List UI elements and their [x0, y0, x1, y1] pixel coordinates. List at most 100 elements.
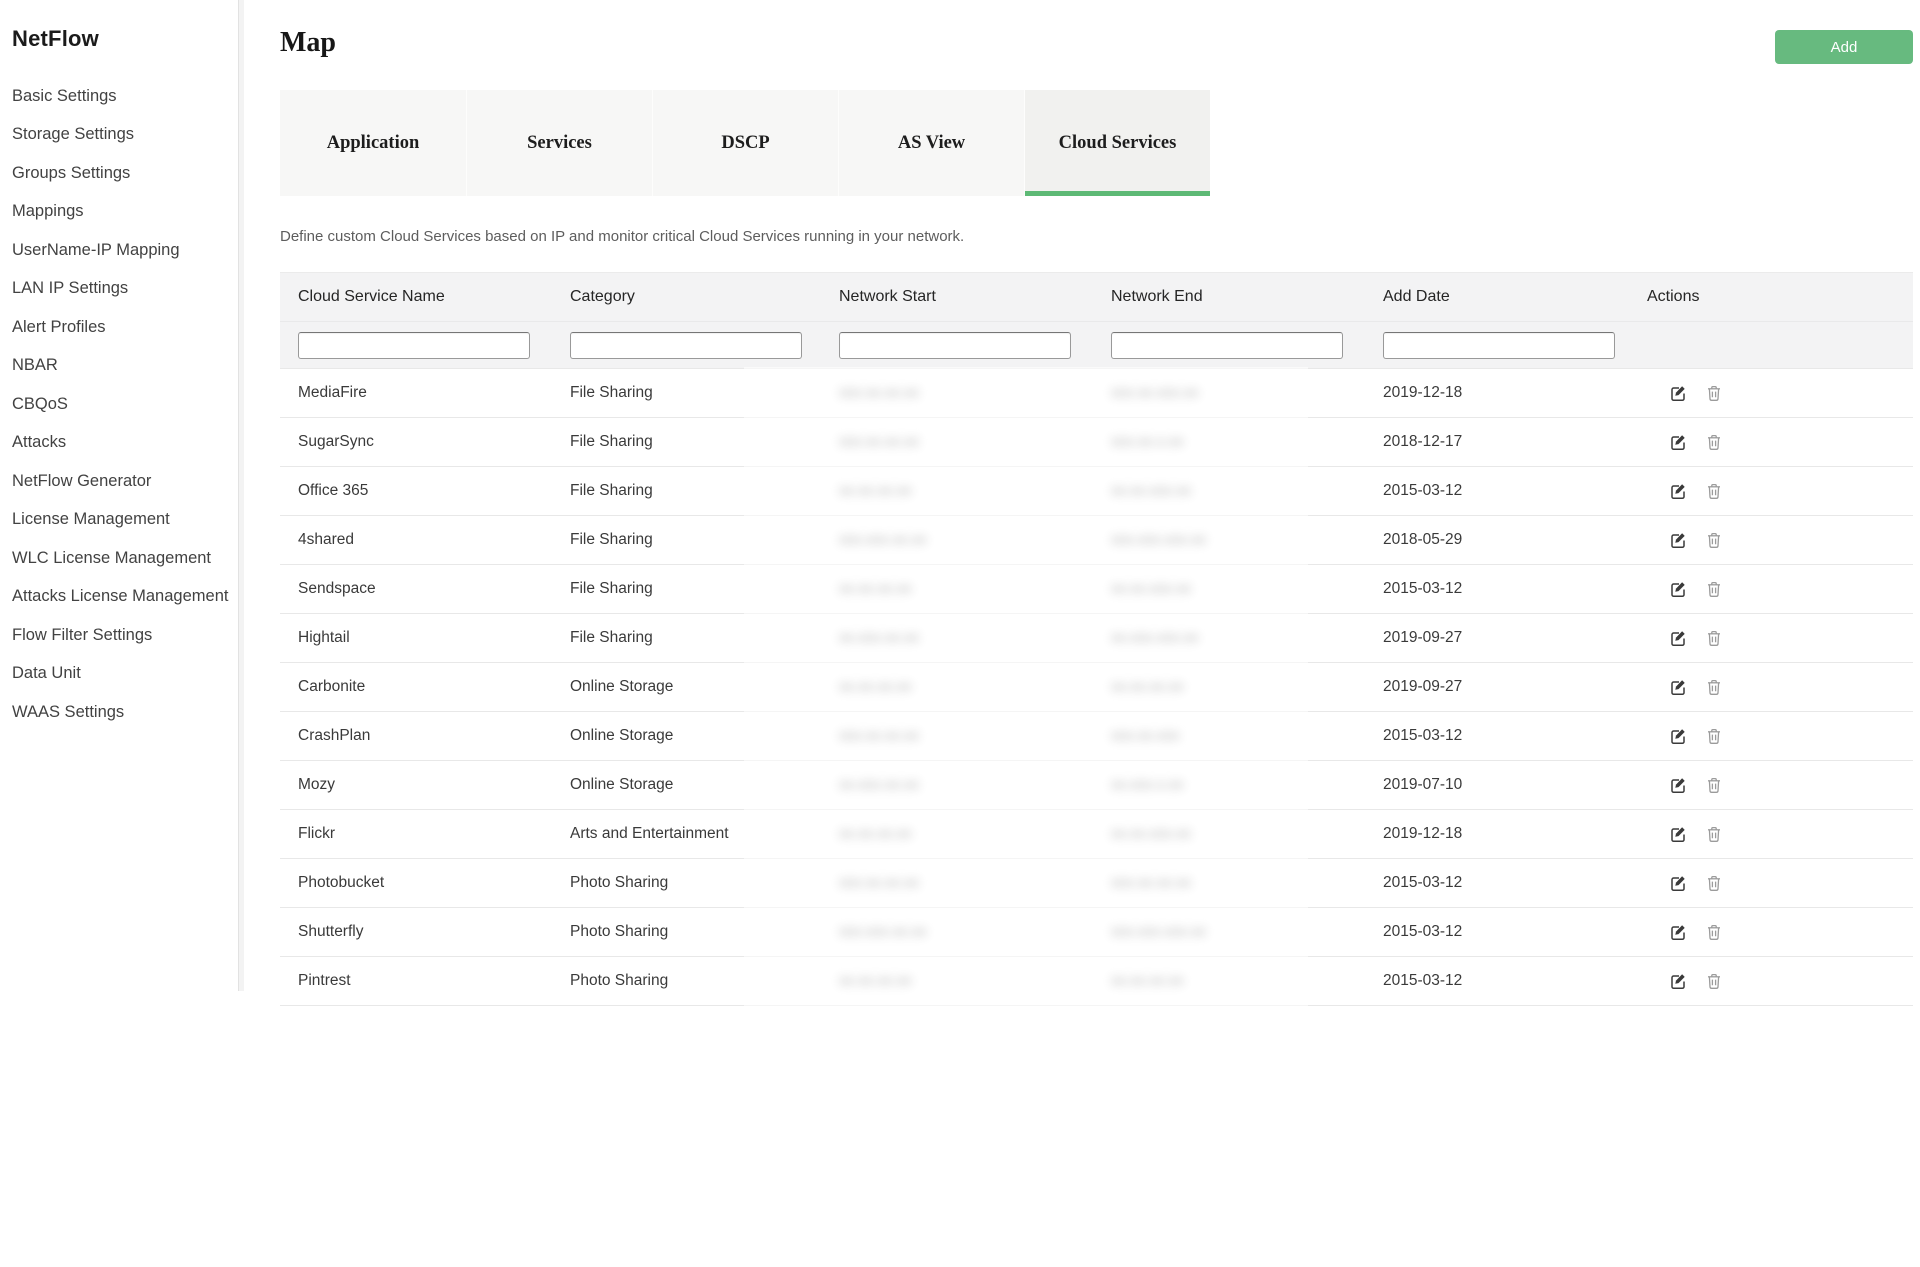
trash-icon: [1708, 385, 1721, 401]
cell-network-start: xx.xx.xx.xx: [821, 956, 1093, 1006]
redacted-network-start: xxx.xxx.xx.xx: [839, 923, 927, 940]
sidebar-item-mappings[interactable]: Mappings: [0, 193, 238, 232]
cell-category: Online Storage: [552, 662, 821, 712]
delete-button[interactable]: [1705, 531, 1723, 549]
table-row: Mozy Online Storage xx.xxx.xx.xx xx.xxx.…: [280, 760, 1913, 810]
edit-button[interactable]: [1669, 678, 1687, 696]
sidebar-item-attacks-license-management[interactable]: Attacks License Management: [0, 578, 238, 617]
filter-cloud-service-name-input[interactable]: [298, 331, 530, 359]
cell-network-start: xxx.xxx.xx.xx: [821, 515, 1093, 565]
delete-button[interactable]: [1705, 482, 1723, 500]
delete-button[interactable]: [1705, 776, 1723, 794]
cell-actions: [1629, 564, 1913, 614]
table-row: Flickr Arts and Entertainment xx.xx.xx.x…: [280, 809, 1913, 859]
cell-actions: [1629, 711, 1913, 761]
table-row: 4shared File Sharing xxx.xxx.xx.xx xxx.x…: [280, 515, 1913, 565]
edit-button[interactable]: [1669, 727, 1687, 745]
edit-button[interactable]: [1669, 580, 1687, 598]
delete-button[interactable]: [1705, 972, 1723, 990]
trash-icon: [1708, 483, 1721, 499]
delete-button[interactable]: [1705, 923, 1723, 941]
cell-actions: [1629, 368, 1913, 418]
cell-category: Online Storage: [552, 760, 821, 810]
delete-button[interactable]: [1705, 433, 1723, 451]
cell-actions: [1629, 662, 1913, 712]
cell-network-end: xx.xx.xx.xx: [1093, 662, 1365, 712]
cell-cloud-service-name: Mozy: [280, 760, 552, 810]
sidebar-item-cbqos[interactable]: CBQoS: [0, 385, 238, 424]
edit-button[interactable]: [1669, 874, 1687, 892]
cell-actions: [1629, 466, 1913, 516]
redacted-network-start: xxx.xx.xx.xx: [839, 384, 920, 401]
edit-button[interactable]: [1669, 629, 1687, 647]
edit-button[interactable]: [1669, 433, 1687, 451]
tab-dscp[interactable]: DSCP: [652, 90, 838, 196]
redacted-network-end: xx.xx.xx.xx: [1111, 678, 1184, 695]
sidebar-item-label: UserName-IP Mapping: [12, 240, 180, 259]
sidebar-item-groups-settings[interactable]: Groups Settings: [0, 154, 238, 193]
sidebar-item-alert-profiles[interactable]: Alert Profiles: [0, 308, 238, 347]
cell-add-date: 2019-12-18: [1365, 809, 1629, 859]
redacted-network-end: xx.xxx.xxx.xx: [1111, 629, 1199, 646]
cell-network-end: xx.xxx.xxx.xx: [1093, 613, 1365, 663]
filter-network-start-input[interactable]: [839, 331, 1071, 359]
edit-button[interactable]: [1669, 531, 1687, 549]
tab-as-view[interactable]: AS View: [838, 90, 1024, 196]
edit-button[interactable]: [1669, 825, 1687, 843]
sidebar-item-basic-settings[interactable]: Basic Settings: [0, 77, 238, 116]
cell-network-start: xx.xx.xx.xx: [821, 809, 1093, 859]
cell-network-end: xx.xx.xx.xx: [1093, 956, 1365, 1006]
filter-add-date-input[interactable]: [1383, 331, 1615, 359]
column-header-cloud-service-name: Cloud Service Name: [280, 272, 552, 322]
cell-actions: [1629, 858, 1913, 908]
edit-pencil-square-icon: [1671, 386, 1685, 402]
delete-button[interactable]: [1705, 727, 1723, 745]
sidebar-item-data-unit[interactable]: Data Unit: [0, 655, 238, 694]
redacted-network-start: xx.xxx.xx.xx: [839, 776, 920, 793]
cell-network-end: xxx.xx.x.xx: [1093, 417, 1365, 467]
edit-pencil-square-icon: [1671, 974, 1685, 990]
table-row: Photobucket Photo Sharing xxx.xx.xx.xx x…: [280, 858, 1913, 908]
delete-button[interactable]: [1705, 874, 1723, 892]
sidebar-nav: Basic Settings Storage Settings Groups S…: [0, 77, 238, 732]
redacted-network-start: xxx.xx.xx.xx: [839, 727, 920, 744]
sidebar-item-lan-ip-settings[interactable]: LAN IP Settings: [0, 270, 238, 309]
tab-cloud-services[interactable]: Cloud Services: [1024, 90, 1210, 196]
add-button[interactable]: Add: [1775, 30, 1913, 64]
sidebar-item-flow-filter-settings[interactable]: Flow Filter Settings: [0, 616, 238, 655]
edit-button[interactable]: [1669, 482, 1687, 500]
edit-button[interactable]: [1669, 972, 1687, 990]
sidebar-item-label: NetFlow Generator: [12, 471, 152, 490]
sidebar-item-storage-settings[interactable]: Storage Settings: [0, 116, 238, 155]
delete-button[interactable]: [1705, 580, 1723, 598]
tab-services[interactable]: Services: [466, 90, 652, 196]
page-title: Map: [280, 27, 336, 58]
delete-button[interactable]: [1705, 678, 1723, 696]
table-row: Sendspace File Sharing xx.xx.xx.xx xx.xx…: [280, 564, 1913, 614]
cell-network-end: xx.xx.xxx.xx: [1093, 809, 1365, 859]
sidebar-item-nbar[interactable]: NBAR: [0, 347, 238, 386]
sidebar-item-wlc-license-management[interactable]: WLC License Management: [0, 539, 238, 578]
edit-button[interactable]: [1669, 776, 1687, 794]
cell-network-end: xxx.xxx.xxx.xx: [1093, 907, 1365, 957]
delete-button[interactable]: [1705, 629, 1723, 647]
cell-network-end: xxx.xxx.xxx.xx: [1093, 515, 1365, 565]
sidebar-item-label: Storage Settings: [12, 125, 134, 144]
sidebar-item-attacks[interactable]: Attacks: [0, 424, 238, 463]
redacted-network-end: xxx.xx.xxx.xx: [1111, 384, 1199, 401]
delete-button[interactable]: [1705, 384, 1723, 402]
sidebar-item-waas-settings[interactable]: WAAS Settings: [0, 693, 238, 732]
filter-network-end-input[interactable]: [1111, 331, 1343, 359]
edit-button[interactable]: [1669, 923, 1687, 941]
trash-icon: [1708, 728, 1721, 744]
filter-category-input[interactable]: [570, 331, 802, 359]
sidebar-item-username-ip-mapping[interactable]: UserName-IP Mapping: [0, 231, 238, 270]
sidebar-item-license-management[interactable]: License Management: [0, 501, 238, 540]
cell-network-end: xxx.xx.xxx.xx: [1093, 368, 1365, 418]
delete-button[interactable]: [1705, 825, 1723, 843]
sidebar-item-netflow-generator[interactable]: NetFlow Generator: [0, 462, 238, 501]
edit-pencil-square-icon: [1671, 925, 1685, 941]
edit-button[interactable]: [1669, 384, 1687, 402]
edit-pencil-square-icon: [1671, 582, 1685, 598]
tab-application[interactable]: Application: [280, 90, 466, 196]
